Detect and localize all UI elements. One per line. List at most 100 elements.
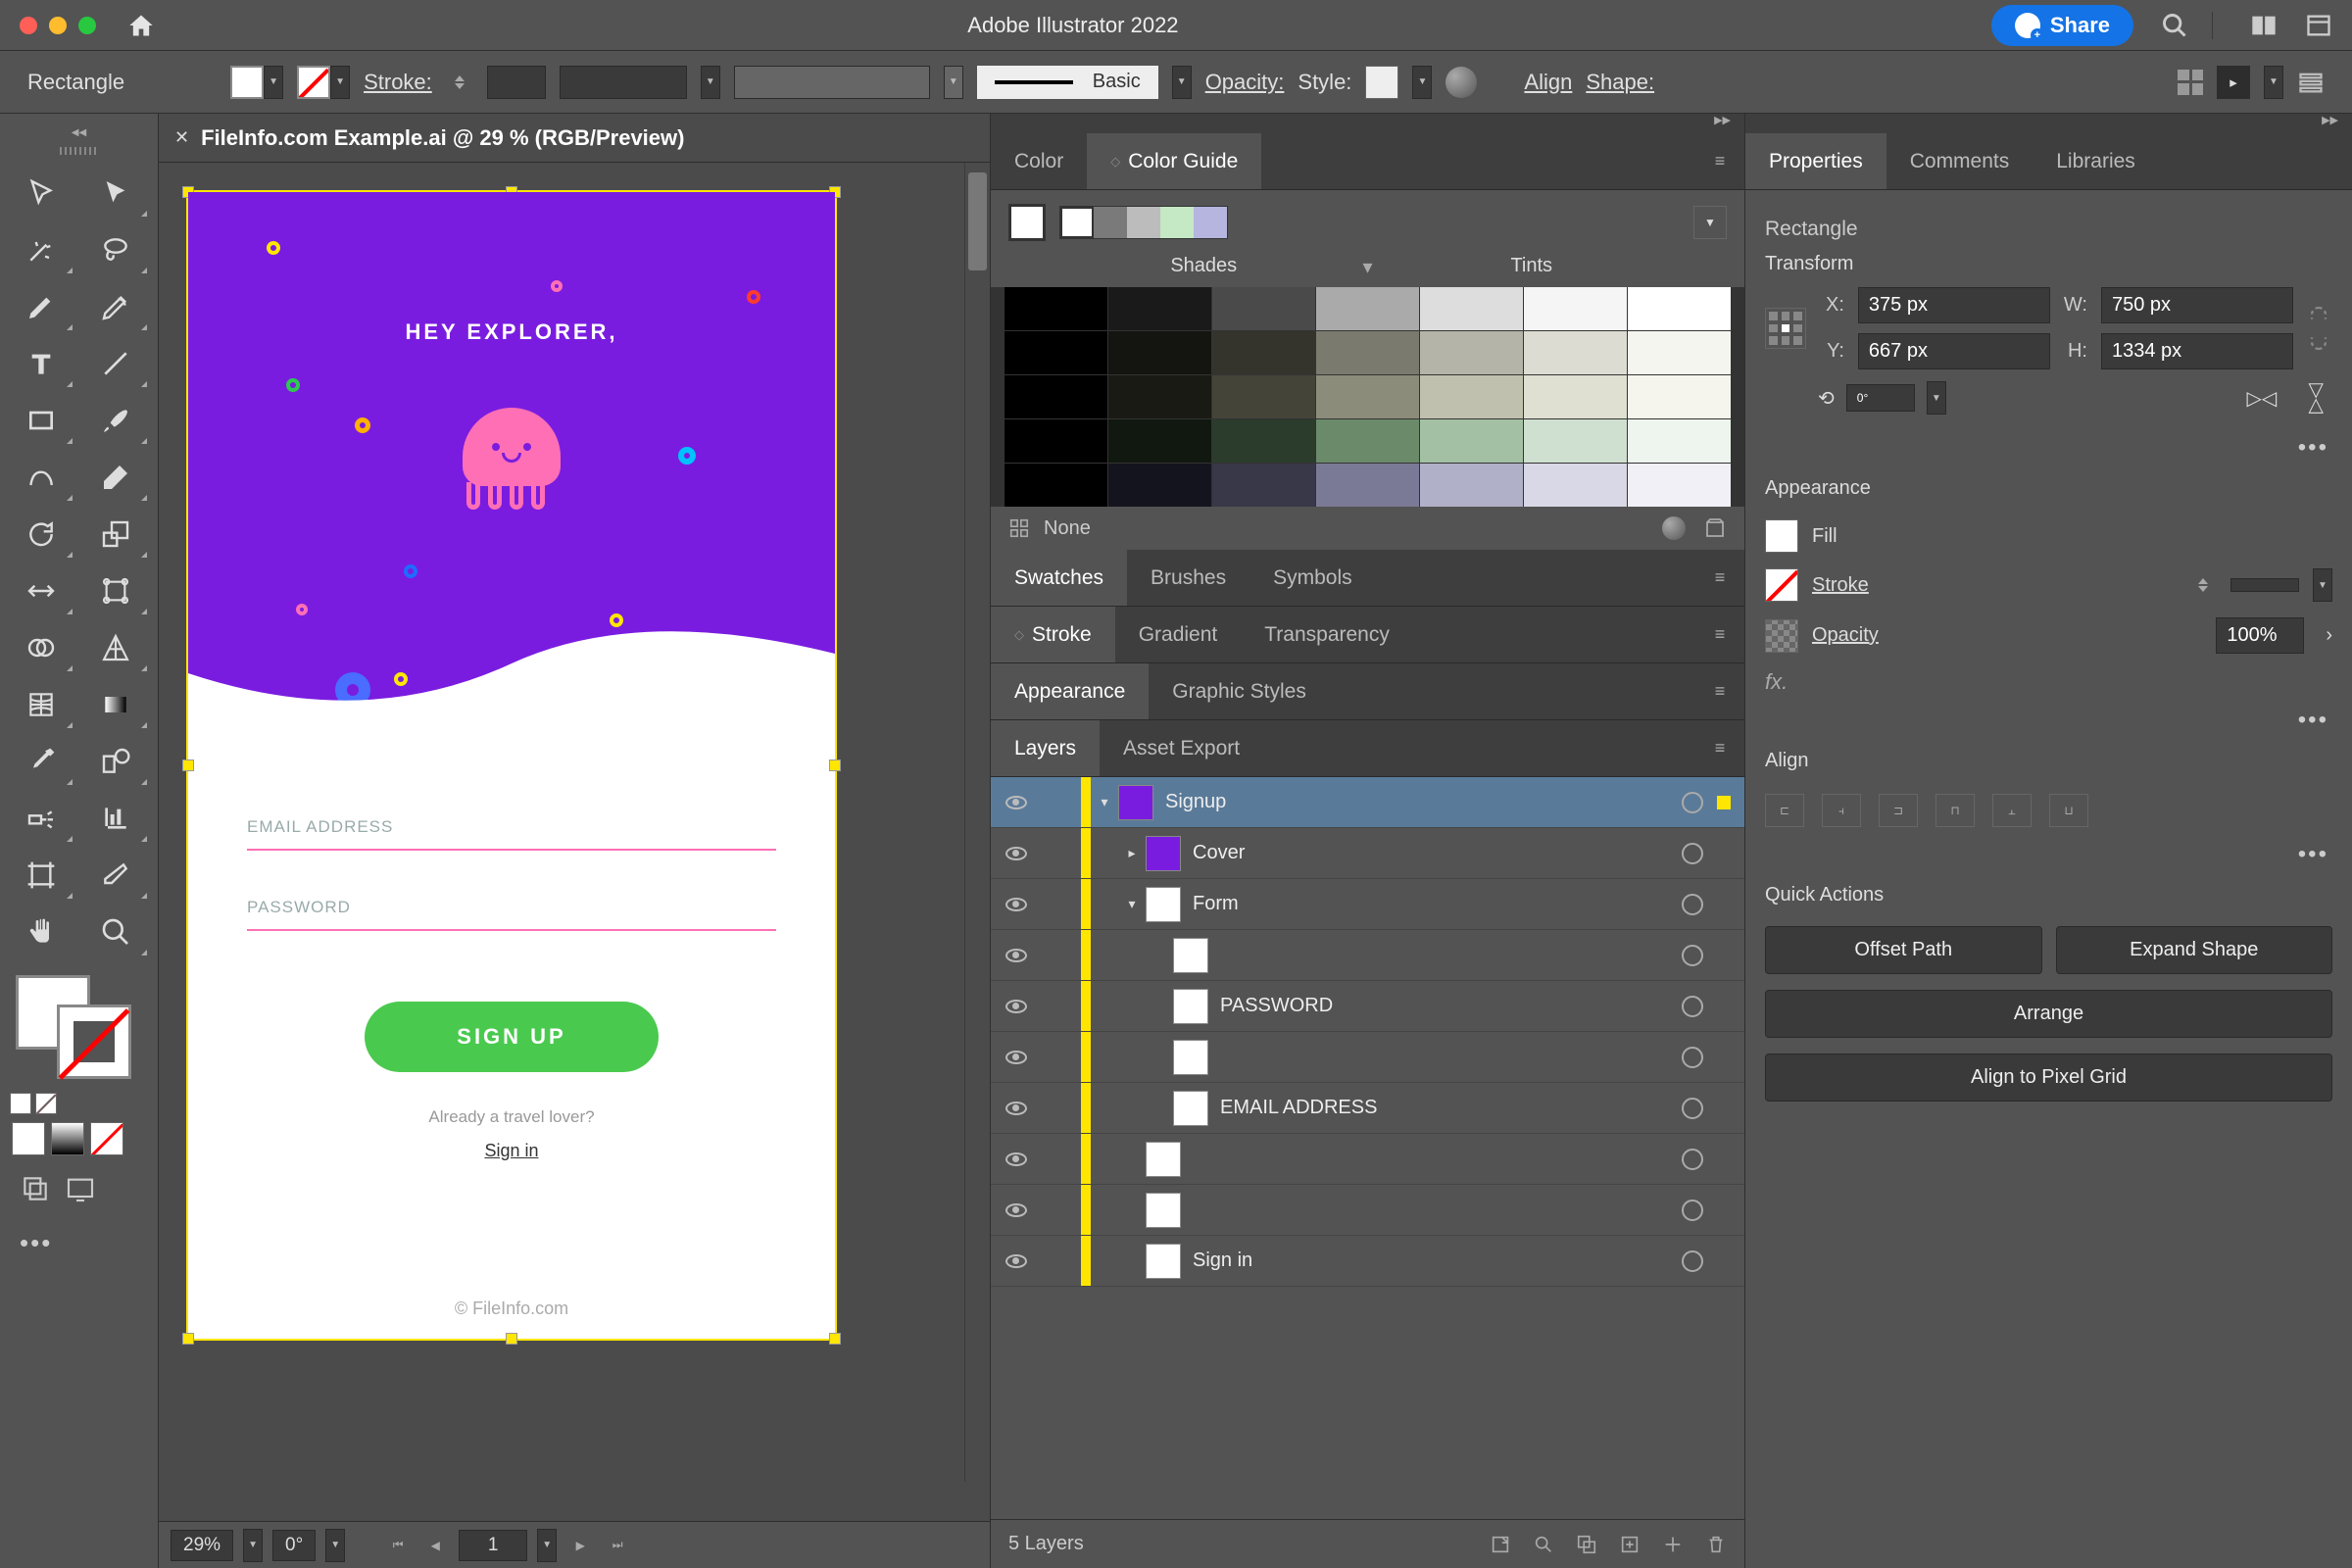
selection-indicator[interactable] xyxy=(1717,949,1731,962)
align-bottom-icon[interactable]: ⊔ xyxy=(2049,794,2088,827)
layer-row[interactable] xyxy=(991,1185,1744,1236)
fx-icon[interactable]: fx. xyxy=(1765,669,1788,695)
more-options[interactable]: ••• xyxy=(1745,837,2352,872)
target-icon[interactable] xyxy=(1682,1098,1703,1119)
align-hcenter-icon[interactable]: ⫞ xyxy=(1822,794,1861,827)
pen-tool[interactable] xyxy=(6,279,76,334)
base-color-swatch[interactable] xyxy=(1008,204,1046,241)
fill-swatch[interactable]: ▼ xyxy=(230,66,283,99)
shape-label[interactable]: Shape: xyxy=(1586,70,1654,95)
selection-indicator[interactable] xyxy=(1717,847,1731,860)
isolate-icon[interactable] xyxy=(2178,70,2203,95)
artboard-tool[interactable] xyxy=(6,848,76,903)
align-label[interactable]: Align xyxy=(1524,70,1572,95)
window-maximize[interactable] xyxy=(78,17,96,34)
target-icon[interactable] xyxy=(1682,1149,1703,1170)
visibility-toggle[interactable] xyxy=(991,898,1042,911)
lasso-tool[interactable] xyxy=(80,222,151,277)
opacity-label[interactable]: Opacity xyxy=(1812,624,1879,647)
layer-row[interactable]: EMAIL ADDRESS xyxy=(991,1083,1744,1134)
artboard[interactable]: HEY EXPLORER, xyxy=(188,192,835,1339)
line-tool[interactable] xyxy=(80,336,151,391)
color-variations-grid[interactable] xyxy=(991,287,1744,507)
new-sublayer-icon[interactable] xyxy=(1619,1534,1641,1555)
stroke-label[interactable]: Stroke: xyxy=(364,70,432,95)
align-right-icon[interactable]: ⊐ xyxy=(1879,794,1918,827)
selection-indicator[interactable] xyxy=(1717,1051,1731,1064)
panel-menu-icon[interactable]: ≡ xyxy=(1695,133,1744,189)
edit-colors-icon[interactable] xyxy=(1662,516,1686,540)
tab-symbols[interactable]: Symbols xyxy=(1250,550,1376,606)
free-transform-tool[interactable] xyxy=(80,564,151,618)
tab-graphic-styles[interactable]: Graphic Styles xyxy=(1149,663,1330,719)
window-close[interactable] xyxy=(20,17,37,34)
disclosure-icon[interactable]: ▾ xyxy=(1118,896,1146,912)
scrollbar-vertical[interactable] xyxy=(964,163,990,1482)
rotate-field[interactable]: 0° xyxy=(272,1530,316,1561)
stroke-swatch[interactable]: ▼ xyxy=(297,66,350,99)
h-field[interactable]: 1334 px xyxy=(2101,333,2293,369)
type-tool[interactable] xyxy=(6,336,76,391)
locate-layer-icon[interactable] xyxy=(1533,1534,1554,1555)
arrange-button[interactable]: Arrange xyxy=(1765,990,2332,1038)
share-button[interactable]: Share xyxy=(1991,5,2133,46)
artboard-last-icon[interactable]: ⏭ xyxy=(604,1532,631,1559)
visibility-toggle[interactable] xyxy=(991,1254,1042,1268)
transform-panel-icon[interactable] xyxy=(2297,69,2325,96)
layer-row[interactable]: ▸ Cover xyxy=(991,828,1744,879)
layer-name[interactable]: PASSWORD xyxy=(1220,995,1682,1017)
stroke-weight-field[interactable] xyxy=(487,66,546,99)
layer-row[interactable] xyxy=(991,1134,1744,1185)
layer-name[interactable]: Sign in xyxy=(1193,1250,1682,1272)
save-group-icon[interactable] xyxy=(1703,516,1727,540)
selection-indicator[interactable] xyxy=(1717,898,1731,911)
color-mode-none[interactable] xyxy=(90,1122,123,1155)
layer-row[interactable]: ▾ Form xyxy=(991,879,1744,930)
artboard-prev-icon[interactable]: ◀ xyxy=(421,1532,449,1559)
rotate-field[interactable]: 0° xyxy=(1846,384,1915,412)
visibility-toggle[interactable] xyxy=(991,1203,1042,1217)
fill-stroke-control[interactable] xyxy=(16,975,143,1083)
visibility-toggle[interactable] xyxy=(991,796,1042,809)
tab-appearance[interactable]: Appearance xyxy=(991,663,1149,719)
tab-asset-export[interactable]: Asset Export xyxy=(1100,720,1263,776)
target-icon[interactable] xyxy=(1682,894,1703,915)
paintbrush-tool[interactable] xyxy=(80,393,151,448)
window-minimize[interactable] xyxy=(49,17,67,34)
tab-swatches[interactable]: Swatches xyxy=(991,550,1127,606)
tab-libraries[interactable]: Libraries xyxy=(2033,133,2159,189)
tab-brushes[interactable]: Brushes xyxy=(1127,550,1250,606)
delete-layer-icon[interactable] xyxy=(1705,1534,1727,1555)
swatch-limit[interactable]: None xyxy=(1044,517,1091,540)
mesh-tool[interactable] xyxy=(6,677,76,732)
layer-export-icon[interactable] xyxy=(1490,1534,1511,1555)
opacity-swatch[interactable] xyxy=(1765,619,1798,653)
visibility-toggle[interactable] xyxy=(991,847,1042,860)
scale-tool[interactable] xyxy=(80,507,151,562)
brush-definition[interactable]: Basic xyxy=(977,66,1158,99)
limit-to-library-icon[interactable] xyxy=(1008,517,1030,539)
tab-layers[interactable]: Layers xyxy=(991,720,1100,776)
gradient-tool[interactable] xyxy=(80,677,151,732)
expand-shape-button[interactable]: Expand Shape xyxy=(2056,926,2333,974)
shape-builder-tool[interactable] xyxy=(6,620,76,675)
recolor-icon[interactable] xyxy=(1446,67,1477,98)
disclosure-icon[interactable]: ▾ xyxy=(1091,794,1118,810)
flip-h-icon[interactable]: ▷◁ xyxy=(2246,386,2277,411)
panel-menu-icon[interactable]: ≡ xyxy=(1695,720,1744,776)
tab-color[interactable]: Color xyxy=(991,133,1087,189)
layer-row[interactable]: Sign in xyxy=(991,1236,1744,1287)
color-mode-gradient[interactable] xyxy=(51,1122,84,1155)
y-field[interactable]: 667 px xyxy=(1858,333,2050,369)
stroke-weight-spinner[interactable] xyxy=(446,66,473,99)
layer-row[interactable]: ▾ Signup xyxy=(991,777,1744,828)
select-similar-icon[interactable]: ▸ xyxy=(2217,66,2250,99)
screen-mode-icon[interactable] xyxy=(65,1173,96,1204)
arrange-docs-icon[interactable] xyxy=(2250,12,2278,39)
layer-name[interactable]: Cover xyxy=(1193,842,1682,864)
panel-menu-icon[interactable]: ≡ xyxy=(1695,663,1744,719)
blend-tool[interactable] xyxy=(80,734,151,789)
visibility-toggle[interactable] xyxy=(991,949,1042,962)
toolbox-grip[interactable] xyxy=(60,147,99,155)
target-icon[interactable] xyxy=(1682,996,1703,1017)
